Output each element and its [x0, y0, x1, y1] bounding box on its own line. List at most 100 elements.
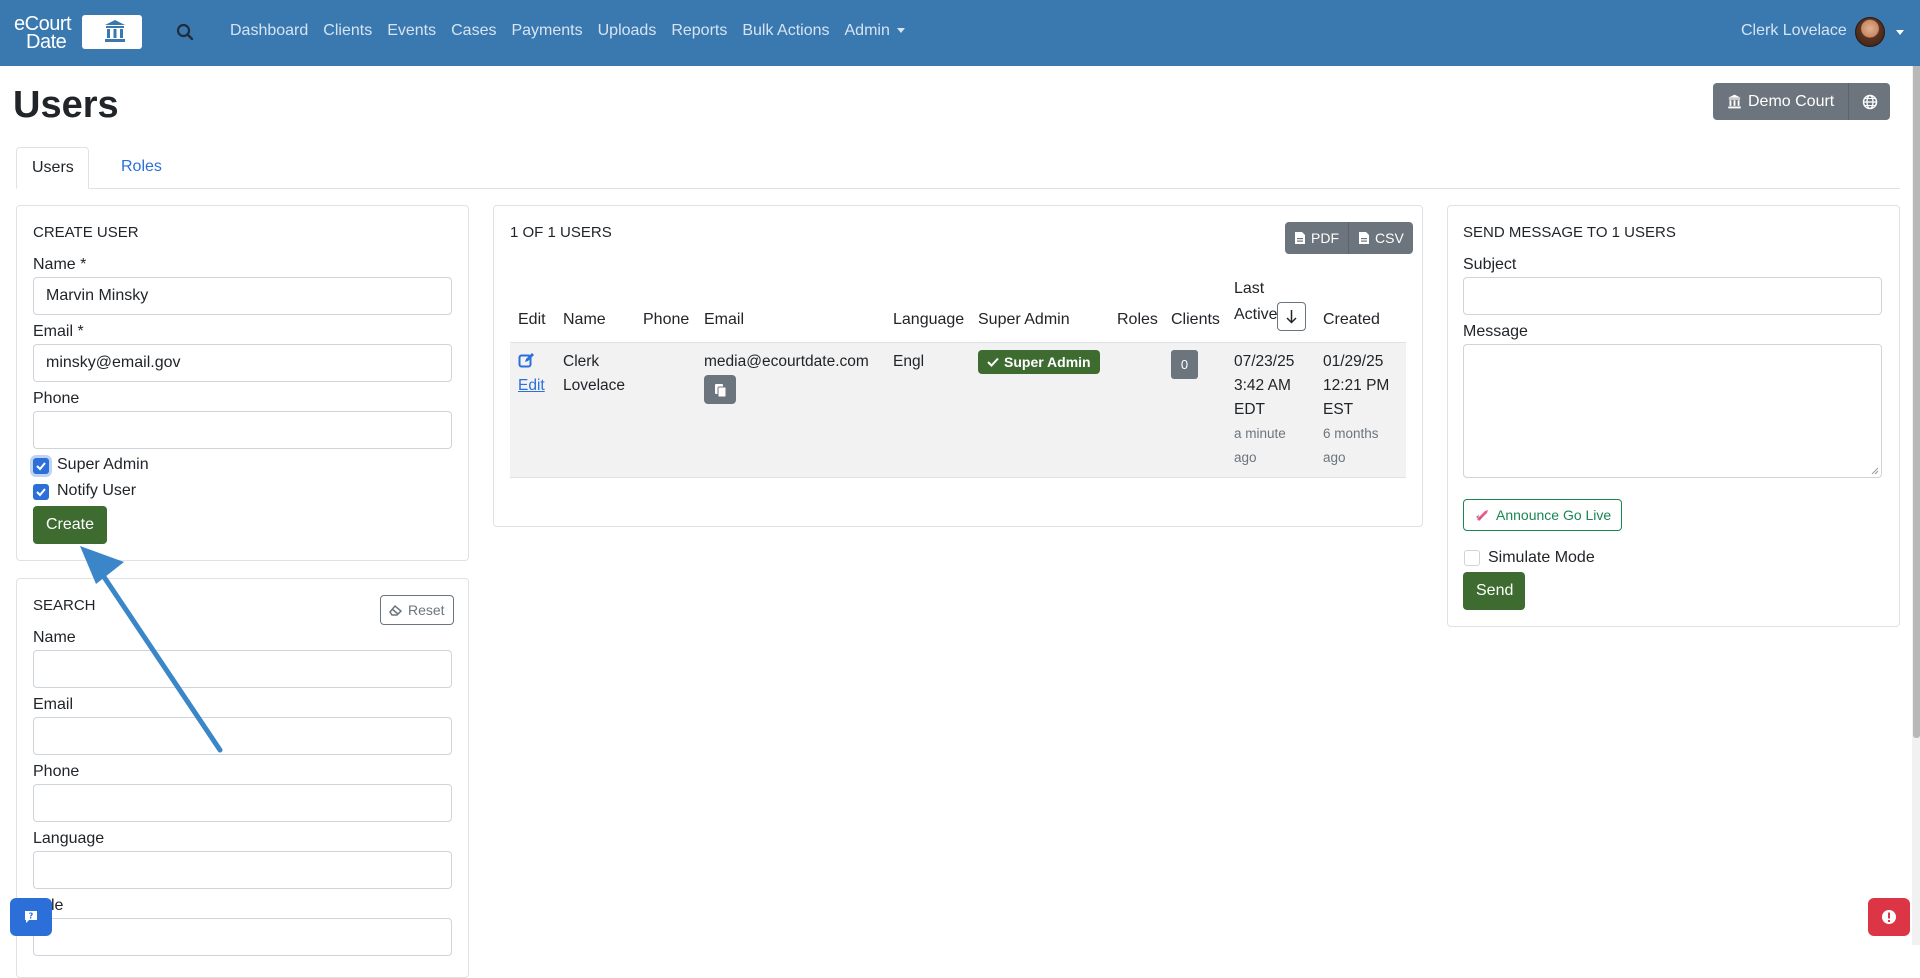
nav-cases[interactable]: Cases [451, 22, 496, 40]
col-email[interactable]: Email [704, 311, 744, 329]
last-active-date: 07/23/25 [1234, 353, 1295, 370]
court-selector-group: Demo Court [1713, 83, 1891, 120]
col-language[interactable]: Language [893, 311, 964, 329]
last-active-relative-2: ago [1234, 450, 1257, 465]
simulate-mode-label: Simulate Mode [1488, 549, 1595, 566]
chevron-down-icon[interactable] [1896, 30, 1904, 35]
send-button[interactable]: Send [1463, 572, 1525, 610]
arrow-down-icon [1286, 310, 1297, 324]
subject-input[interactable] [1463, 277, 1882, 315]
search-name-input[interactable] [33, 650, 452, 688]
send-message-title: SEND MESSAGE TO 1 USERS [1463, 224, 1676, 241]
pdf-export-button[interactable]: PDF [1285, 222, 1348, 254]
col-name[interactable]: Name [563, 311, 606, 329]
create-phone-input[interactable] [33, 411, 452, 449]
file-pdf-icon [1295, 232, 1305, 244]
create-button[interactable]: Create [33, 506, 108, 544]
exclamation-circle-icon [1882, 910, 1896, 924]
avatar[interactable] [1855, 17, 1885, 47]
sort-button[interactable] [1277, 302, 1306, 331]
nav-reports[interactable]: Reports [671, 22, 727, 40]
csv-export-button[interactable]: CSV [1348, 222, 1413, 254]
created-time: 12:21 PM [1323, 377, 1390, 394]
col-phone[interactable]: Phone [643, 311, 689, 329]
create-user-title: CREATE USER [33, 224, 139, 241]
search-phone-label: Phone [33, 763, 80, 780]
alert-button[interactable] [1868, 898, 1910, 936]
col-super-admin[interactable]: Super Admin [978, 311, 1070, 329]
globe-icon [1862, 94, 1877, 109]
checkmark-icon [987, 357, 999, 367]
last-active-relative-1: a minute [1234, 426, 1286, 441]
created-tz: EST [1323, 401, 1354, 418]
announce-go-live-button[interactable]: Announce Go Live [1463, 499, 1623, 531]
message-textarea[interactable] [1463, 344, 1882, 478]
reset-button[interactable]: Reset [380, 595, 454, 625]
nav-admin-dropdown[interactable]: Admin [845, 22, 905, 40]
created-relative-1: 6 months [1323, 426, 1379, 441]
phone-label: Phone [33, 390, 80, 407]
brand-logo[interactable]: eCourt Date [14, 13, 142, 53]
created-relative-2: ago [1323, 450, 1346, 465]
search-email-input[interactable] [33, 717, 452, 755]
nav-bulk-actions[interactable]: Bulk Actions [742, 22, 829, 40]
reset-label: Reset [408, 602, 445, 618]
col-created[interactable]: Created [1323, 311, 1380, 329]
super-admin-badge: Super Admin [978, 350, 1100, 374]
notify-user-checkbox[interactable] [33, 484, 49, 500]
file-csv-icon [1359, 232, 1369, 244]
last-active-time: 3:42 AM [1234, 377, 1291, 394]
search-language-input[interactable] [33, 851, 452, 889]
search-title: SEARCH [33, 597, 96, 614]
chevron-down-icon [896, 28, 905, 34]
copy-email-button[interactable] [704, 375, 736, 404]
nav-events[interactable]: Events [387, 22, 436, 40]
demo-court-button[interactable]: Demo Court [1713, 83, 1849, 120]
svg-text:?: ? [29, 912, 34, 921]
search-role-label: le [51, 897, 64, 914]
edit-link[interactable]: Edit [518, 374, 545, 398]
user-menu-name[interactable]: Clerk Lovelace [1741, 22, 1847, 40]
page-scrollbar-thumb[interactable] [1913, 0, 1920, 738]
chat-question-icon: ? [25, 911, 37, 923]
search-role-input[interactable] [33, 918, 452, 956]
nav-payments[interactable]: Payments [511, 22, 582, 40]
col-clients[interactable]: Clients [1171, 311, 1220, 329]
search-phone-input[interactable] [33, 784, 452, 822]
name-label: Name * [33, 256, 87, 273]
col-last-active-line2[interactable]: Active [1234, 306, 1278, 324]
help-chat-button[interactable]: ? [10, 898, 52, 936]
resize-handle-icon[interactable] [1871, 467, 1879, 475]
clients-count-badge[interactable]: 0 [1171, 350, 1198, 379]
search-language-label: Language [33, 830, 105, 847]
tab-bar: Users Roles [16, 147, 1900, 189]
page-title: Users [13, 84, 119, 126]
language-button[interactable] [1848, 83, 1891, 120]
col-roles[interactable]: Roles [1117, 311, 1158, 329]
create-name-input[interactable]: Marvin Minsky [33, 277, 452, 315]
eraser-icon [389, 604, 403, 616]
email-label: Email * [33, 323, 84, 340]
tab-users[interactable]: Users [16, 147, 89, 189]
last-active-tz: EDT [1234, 401, 1265, 418]
create-email-input[interactable]: minsky@email.gov [33, 344, 452, 382]
col-edit: Edit [518, 311, 546, 328]
created-date: 01/29/25 [1323, 353, 1384, 370]
copy-icon [715, 384, 727, 398]
simulate-mode-checkbox[interactable] [1464, 550, 1480, 566]
search-name-label: Name [33, 629, 76, 646]
nav-dashboard[interactable]: Dashboard [230, 22, 308, 40]
nav-uploads[interactable]: Uploads [598, 22, 657, 40]
brand-line-2: Date [26, 31, 67, 53]
nav-clients[interactable]: Clients [323, 22, 372, 40]
pdf-label: PDF [1311, 230, 1339, 246]
nav-admin-label: Admin [844, 22, 890, 39]
col-last-active-line1[interactable]: Last [1234, 280, 1264, 298]
csv-label: CSV [1375, 230, 1404, 246]
tab-roles[interactable]: Roles [106, 147, 177, 189]
main-nav: Dashboard Clients Events Cases Payments … [230, 22, 920, 40]
super-admin-checkbox[interactable] [33, 458, 49, 474]
search-icon[interactable] [176, 23, 194, 46]
edit-icon[interactable] [518, 352, 535, 374]
users-count-title: 1 OF 1 USERS [510, 224, 612, 241]
